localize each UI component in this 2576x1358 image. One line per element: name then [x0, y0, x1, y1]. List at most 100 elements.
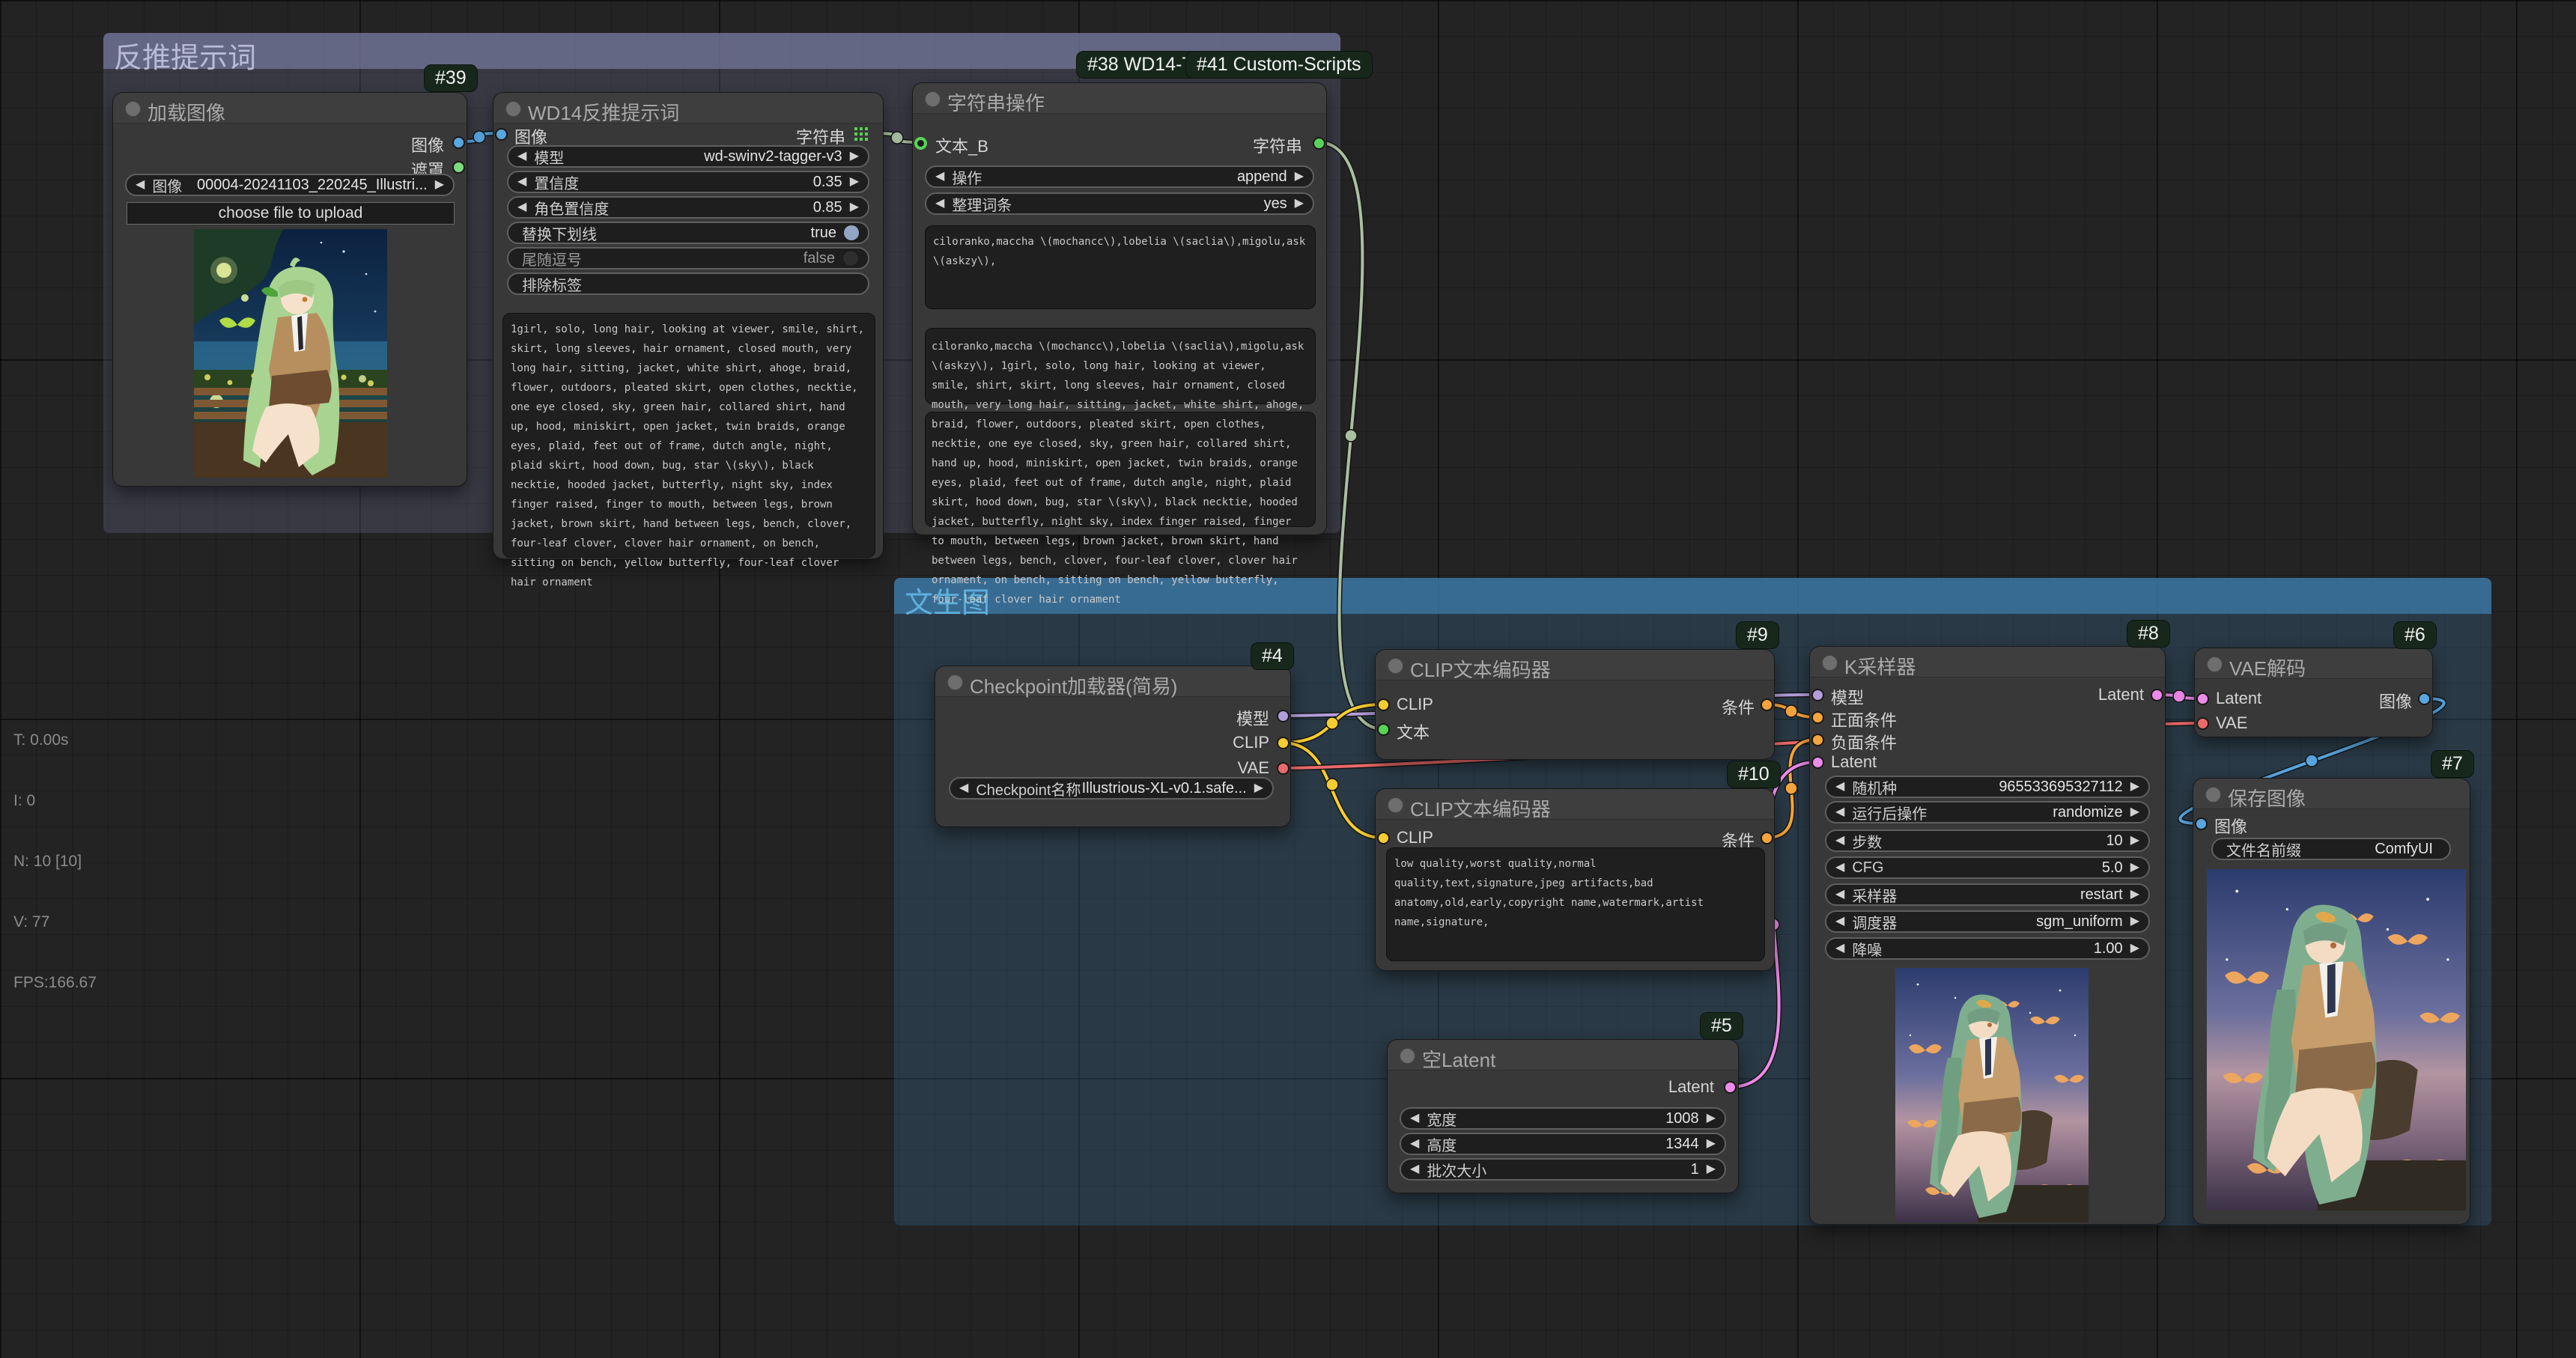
decrement-icon[interactable]: ◀ — [1835, 835, 1844, 847]
image-combo-widget[interactable]: ◀ 图像 00004-20241103_220245_Illustri... ▶ — [125, 174, 455, 196]
text-a-box[interactable]: ciloranko,maccha \(mochancc\),lobelia \(… — [925, 225, 1316, 309]
decrement-icon[interactable]: ◀ — [1835, 916, 1844, 928]
denoise-widget[interactable]: ◀ 降噪 1.00 ▶ — [1825, 937, 2150, 960]
input-clip-port[interactable] — [1377, 698, 1390, 711]
decrement-icon[interactable]: ◀ — [935, 171, 944, 183]
increment-icon[interactable]: ▶ — [850, 201, 859, 213]
output-image-port[interactable] — [2418, 692, 2431, 705]
output-model-port[interactable] — [1277, 710, 1289, 722]
link-clip-to-neg[interactable] — [1282, 743, 1382, 838]
increment-icon[interactable]: ▶ — [2130, 889, 2139, 901]
checkpoint-name-widget[interactable]: ◀ Checkpoint名称 Illustrious-XL-v0.1.safe.… — [949, 777, 1274, 800]
collapse-dot-icon[interactable] — [1822, 655, 1838, 671]
output-clip-port[interactable] — [1277, 737, 1289, 749]
input-text-b-port[interactable] — [914, 137, 927, 150]
decrement-icon[interactable]: ◀ — [517, 201, 526, 213]
threshold-widget[interactable]: ◀ 置信度 0.35 ▶ — [507, 171, 869, 193]
output-conditioning-port[interactable] — [1761, 832, 1773, 844]
collapse-dot-icon[interactable] — [1388, 658, 1403, 674]
collapse-dot-icon[interactable] — [2205, 787, 2221, 803]
collapse-dot-icon[interactable] — [925, 91, 941, 107]
increment-icon[interactable]: ▶ — [2130, 835, 2139, 847]
input-latent-port[interactable] — [2196, 692, 2209, 705]
scheduler-widget[interactable]: ◀ 调度器 sgm_uniform ▶ — [1825, 910, 2150, 933]
increment-icon[interactable]: ▶ — [435, 179, 444, 191]
node-clip-encode-positive[interactable]: CLIP文本编码器 CLIP 文本 条件 — [1375, 649, 1775, 760]
decrement-icon[interactable]: ◀ — [1410, 1138, 1419, 1150]
node-clip-encode-negative[interactable]: CLIP文本编码器 CLIP 条件 low quality,worst qual… — [1375, 788, 1775, 971]
model-widget[interactable]: ◀ 模型 wd-swinv2-tagger-v3 ▶ — [507, 145, 869, 168]
decrement-icon[interactable]: ◀ — [1410, 1163, 1419, 1175]
increment-icon[interactable]: ▶ — [1707, 1163, 1716, 1175]
tidy-tags-widget[interactable]: ◀ 整理词条 yes ▶ — [925, 192, 1314, 215]
batch-size-widget[interactable]: ◀ 批次大小 1 ▶ — [1400, 1158, 1726, 1181]
decrement-icon[interactable]: ◀ — [517, 176, 526, 188]
decrement-icon[interactable]: ◀ — [1835, 806, 1844, 818]
comfyui-canvas[interactable]: { "icons": { "dec": "◀", "inc": "▶" }, "… — [0, 0, 2576, 1358]
node-empty-latent[interactable]: 空Latent Latent ◀ 宽度 1008 ▶ ◀ 高度 1344 ▶ ◀… — [1387, 1039, 1739, 1193]
collapse-dot-icon[interactable] — [2207, 657, 2223, 672]
increment-icon[interactable]: ▶ — [2130, 862, 2139, 874]
seed-widget[interactable]: ◀ 随机种 965533695327112 ▶ — [1825, 776, 2150, 798]
increment-icon[interactable]: ▶ — [2130, 781, 2139, 793]
string-result-text[interactable]: ciloranko,maccha \(mochancc\),lobelia \(… — [932, 337, 1306, 609]
decrement-icon[interactable]: ◀ — [935, 198, 944, 210]
output-string-port[interactable] — [1313, 137, 1325, 150]
decrement-icon[interactable]: ◀ — [1835, 781, 1844, 793]
node-vae-decode[interactable]: VAE解码 Latent VAE 图像 — [2194, 648, 2433, 737]
link-string-stringop-to-clip-pos[interactable] — [1318, 142, 1384, 729]
collapse-dot-icon[interactable] — [947, 675, 963, 690]
sampler-widget[interactable]: ◀ 采样器 restart ▶ — [1825, 883, 2150, 906]
increment-icon[interactable]: ▶ — [2130, 806, 2139, 818]
increment-icon[interactable]: ▶ — [2130, 943, 2139, 954]
output-string-grid-icon[interactable] — [854, 127, 868, 141]
negative-prompt-box[interactable]: low quality,worst quality,normal quality… — [1386, 847, 1765, 961]
output-mask-port[interactable] — [452, 161, 465, 174]
increment-icon[interactable]: ▶ — [1707, 1112, 1716, 1124]
cfg-widget[interactable]: ◀ CFG 5.0 ▶ — [1825, 856, 2150, 879]
height-widget[interactable]: ◀ 高度 1344 ▶ — [1400, 1133, 1726, 1155]
input-clip-port[interactable] — [1377, 832, 1390, 844]
input-text-port[interactable] — [1377, 723, 1390, 736]
increment-icon[interactable]: ▶ — [1707, 1138, 1716, 1150]
output-vae-port[interactable] — [1277, 762, 1289, 775]
choose-file-button[interactable]: choose file to upload — [127, 202, 455, 225]
input-positive-port[interactable] — [1811, 711, 1824, 724]
input-negative-port[interactable] — [1811, 734, 1824, 746]
toggle-on-icon[interactable] — [844, 225, 859, 240]
wd14-tags-text[interactable]: 1girl, solo, long hair, looking at viewe… — [511, 320, 867, 592]
decrement-icon[interactable]: ◀ — [136, 179, 145, 191]
increment-icon[interactable]: ▶ — [2130, 916, 2139, 928]
input-vae-port[interactable] — [2196, 717, 2209, 730]
collapse-dot-icon[interactable] — [1388, 797, 1403, 813]
decrement-icon[interactable]: ◀ — [959, 782, 968, 794]
replace-underscore-toggle[interactable]: 替换下划线 true — [507, 222, 869, 244]
input-image-port[interactable] — [2195, 817, 2208, 830]
input-image-port[interactable] — [495, 128, 508, 141]
node-checkpoint-loader[interactable]: Checkpoint加载器(简易) 模型 CLIP VAE ◀ Checkpoi… — [935, 666, 1291, 827]
exclude-tags-field[interactable]: 排除标签 — [507, 272, 869, 295]
decrement-icon[interactable]: ◀ — [1835, 889, 1844, 901]
node-load-image[interactable]: 加载图像 图像 遮罩 ◀ 图像 00004-20241103_220245_Il… — [112, 92, 467, 487]
steps-widget[interactable]: ◀ 步数 10 ▶ — [1825, 829, 2150, 852]
decrement-icon[interactable]: ◀ — [1410, 1112, 1419, 1124]
filename-prefix-widget[interactable]: 文件名前缀 ComfyUI — [2211, 838, 2451, 860]
increment-icon[interactable]: ▶ — [1295, 198, 1304, 210]
trailing-comma-toggle[interactable]: 尾随逗号 false — [507, 247, 869, 270]
input-model-port[interactable] — [1811, 689, 1824, 701]
action-widget[interactable]: ◀ 操作 append ▶ — [925, 165, 1314, 188]
width-widget[interactable]: ◀ 宽度 1008 ▶ — [1400, 1107, 1726, 1130]
input-latent-port[interactable] — [1811, 756, 1824, 769]
decrement-icon[interactable]: ◀ — [1835, 862, 1844, 874]
output-latent-port[interactable] — [2151, 689, 2163, 701]
character-threshold-widget[interactable]: ◀ 角色置信度 0.85 ▶ — [507, 196, 869, 219]
increment-icon[interactable]: ▶ — [1295, 171, 1304, 183]
increment-icon[interactable]: ▶ — [1254, 782, 1263, 794]
decrement-icon[interactable]: ◀ — [1835, 943, 1844, 954]
node-save-image[interactable]: 保存图像 图像 文件名前缀 ComfyUI — [2193, 778, 2470, 1225]
increment-icon[interactable]: ▶ — [850, 150, 859, 162]
collapse-dot-icon[interactable] — [505, 101, 521, 117]
output-conditioning-port[interactable] — [1761, 698, 1773, 711]
node-ksampler[interactable]: K采样器 模型 正面条件 负面条件 Latent Latent ◀ 随机种 96… — [1809, 646, 2166, 1225]
output-latent-port[interactable] — [1724, 1081, 1737, 1094]
